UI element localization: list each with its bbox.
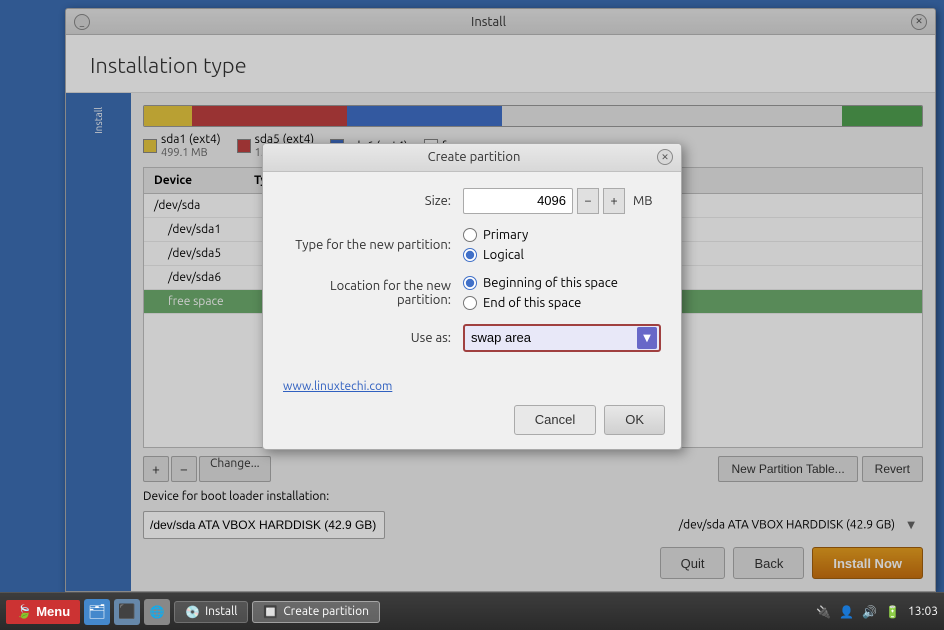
battery-icon: 🔋 <box>885 605 900 619</box>
type-field: Primary Logical <box>463 228 661 262</box>
install-app-label: Install <box>205 605 237 618</box>
taskbar-create-partition-app[interactable]: 🔲 Create partition <box>252 601 380 623</box>
create-partition-app-icon: 🔲 <box>263 605 278 619</box>
volume-icon: 🔊 <box>862 605 877 619</box>
taskbar-left: 🍃 Menu 🗂 ⬛ 🌐 💿 Install 🔲 Create partitio… <box>6 599 816 625</box>
location-field: Beginning of this space End of this spac… <box>463 276 661 310</box>
type-logical-radio[interactable] <box>463 248 477 262</box>
size-decrease-button[interactable]: − <box>577 188 599 214</box>
size-input[interactable] <box>463 188 573 214</box>
size-unit: MB <box>633 194 653 208</box>
taskbar-install-app[interactable]: 💿 Install <box>174 601 248 623</box>
modal-title: Create partition <box>291 150 657 164</box>
create-partition-app-label: Create partition <box>283 605 369 618</box>
size-label: Size: <box>283 194 463 208</box>
create-partition-dialog: Create partition ✕ Size: − + MB <box>262 143 682 450</box>
taskbar-right: 🔌 👤 🔊 🔋 13:03 <box>816 605 938 619</box>
type-row: Type for the new partition: Primary Logi… <box>283 228 661 262</box>
location-end-radio[interactable] <box>463 296 477 310</box>
location-row: Location for the new partition: Beginnin… <box>283 276 661 310</box>
ok-button[interactable]: OK <box>604 405 665 435</box>
install-app-icon: 💿 <box>185 605 200 619</box>
type-logical-option[interactable]: Logical <box>463 248 528 262</box>
type-primary-option[interactable]: Primary <box>463 228 528 242</box>
size-field: − + MB <box>463 188 661 214</box>
type-primary-radio[interactable] <box>463 228 477 242</box>
menu-icon: 🍃 <box>16 604 32 620</box>
modal-footer: Cancel OK <box>263 401 681 449</box>
use-as-label: Use as: <box>283 331 463 345</box>
menu-button[interactable]: 🍃 Menu <box>6 600 80 624</box>
cancel-button[interactable]: Cancel <box>514 405 596 435</box>
type-logical-label: Logical <box>483 248 524 262</box>
use-as-row: Use as: swap area Ext2 Ext3 Ext4 ReiserF… <box>283 324 661 352</box>
use-as-select[interactable]: swap area Ext2 Ext3 Ext4 ReiserFS btrfs … <box>463 324 661 352</box>
location-radio-group: Beginning of this space End of this spac… <box>463 276 618 310</box>
taskbar: 🍃 Menu 🗂 ⬛ 🌐 💿 Install 🔲 Create partitio… <box>0 592 944 630</box>
network-icon: 🔌 <box>816 605 831 619</box>
location-beginning-radio[interactable] <box>463 276 477 290</box>
type-radio-group: Primary Logical <box>463 228 528 262</box>
location-end-label: End of this space <box>483 296 581 310</box>
location-end-option[interactable]: End of this space <box>463 296 618 310</box>
modal-url: www.linuxtechi.com <box>263 380 681 401</box>
modal-body: Size: − + MB Type for the new partition: <box>263 172 681 380</box>
browser-icon[interactable]: 🌐 <box>144 599 170 625</box>
size-row: Size: − + MB <box>283 188 661 214</box>
location-beginning-label: Beginning of this space <box>483 276 618 290</box>
taskbar-time: 13:03 <box>908 605 938 618</box>
modal-close-button[interactable]: ✕ <box>657 149 673 165</box>
size-increase-button[interactable]: + <box>603 188 625 214</box>
use-as-select-wrapper: swap area Ext2 Ext3 Ext4 ReiserFS btrfs … <box>463 324 661 352</box>
location-label: Location for the new partition: <box>283 279 463 307</box>
type-primary-label: Primary <box>483 228 528 242</box>
type-label: Type for the new partition: <box>283 238 463 252</box>
terminal-icon[interactable]: ⬛ <box>114 599 140 625</box>
user-icon: 👤 <box>839 605 854 619</box>
modal-titlebar: Create partition ✕ <box>263 144 681 172</box>
use-as-field: swap area Ext2 Ext3 Ext4 ReiserFS btrfs … <box>463 324 661 352</box>
menu-label: Menu <box>36 604 70 619</box>
location-beginning-option[interactable]: Beginning of this space <box>463 276 618 290</box>
desktop: _ Install ✕ Installation type Install <box>0 0 944 592</box>
modal-overlay: Create partition ✕ Size: − + MB <box>0 0 944 592</box>
file-manager-icon[interactable]: 🗂 <box>84 599 110 625</box>
